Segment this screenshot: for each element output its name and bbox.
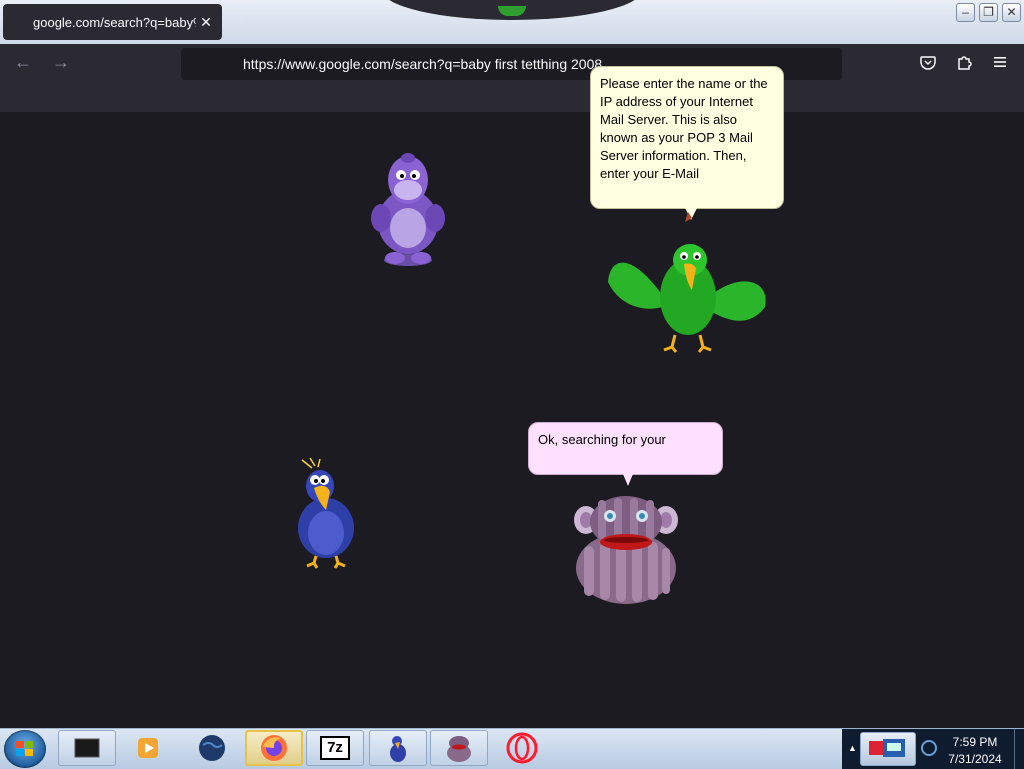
browser-titlebar: google.com/search?q=baby%2 ✕ + – ❐ ✕	[0, 0, 1024, 44]
show-desktop-button[interactable]	[1014, 729, 1024, 769]
new-tab-button[interactable]: +	[236, 10, 248, 33]
hamburger-menu-icon[interactable]	[992, 54, 1008, 70]
globe-icon	[199, 735, 225, 761]
navigation-toolbar: ← → https://www.google.com/search?q=baby…	[0, 44, 1024, 84]
media-player-icon	[138, 738, 158, 758]
taskbar-item-firefox[interactable]	[245, 730, 303, 766]
terminal-icon	[74, 738, 100, 758]
taskbar-item-blue-parrot[interactable]	[369, 730, 427, 766]
tab-title: google.com/search?q=baby%2	[33, 14, 196, 30]
taskbar-item-terminal[interactable]	[58, 730, 116, 766]
page-content	[0, 112, 1024, 728]
start-button[interactable]	[4, 730, 46, 768]
windows-logo-icon	[16, 741, 33, 756]
network-icon[interactable]	[920, 739, 938, 757]
clock-date[interactable]: 7/31/2024	[938, 752, 1012, 766]
purple-monkey-agent[interactable]	[570, 490, 682, 606]
purple-gorilla-agent[interactable]	[365, 150, 451, 270]
opera-icon	[506, 732, 538, 764]
arrow-left-icon[interactable]: ←	[14, 52, 32, 73]
maximize-button[interactable]: ❐	[979, 3, 998, 22]
toolbar-spacer	[0, 84, 1024, 112]
close-icon[interactable]: ✕	[196, 14, 216, 31]
arrow-right-icon[interactable]: →	[52, 52, 70, 73]
agent-speech-balloon-mail: Please enter the name or the IP address …	[590, 66, 784, 220]
7zip-label: 7z	[327, 739, 343, 756]
taskbar-item-globe-browser[interactable]	[183, 730, 241, 766]
tray-active-app[interactable]	[860, 732, 916, 766]
taskbar-item-monkey-agent[interactable]	[430, 730, 488, 766]
blue-parrot-agent[interactable]	[290, 458, 362, 570]
firefox-icon	[261, 735, 287, 761]
close-window-button[interactable]: ✕	[1002, 3, 1021, 22]
search-balloon-text: Ok, searching for your	[538, 432, 666, 447]
minimize-button[interactable]: –	[956, 3, 975, 22]
taskbar-item-7zip[interactable]: 7z	[306, 730, 364, 766]
balloon-tail	[623, 474, 633, 486]
show-hidden-icons-icon[interactable]: ▲	[848, 743, 857, 753]
monkey-agent-icon	[447, 736, 471, 762]
7zip-icon: 7z	[320, 736, 350, 760]
system-tray: ▲ 7:59 PM 7/31/2024	[842, 729, 1024, 769]
taskbar-item-opera[interactable]	[493, 730, 551, 766]
pocket-icon[interactable]	[920, 54, 936, 70]
green-parrot-agent[interactable]	[600, 212, 775, 357]
network-app-icon	[869, 739, 905, 757]
clock-time[interactable]: 7:59 PM	[938, 735, 1012, 749]
mail-balloon-text: Please enter the name or the IP address …	[600, 76, 768, 181]
puzzle-icon[interactable]	[956, 54, 972, 70]
windows-taskbar: 7z ▲ 7:59 PM 7/31/2024	[0, 728, 1024, 769]
blue-parrot-icon	[390, 736, 406, 762]
tab-google-search[interactable]: google.com/search?q=baby%2 ✕	[3, 4, 222, 40]
agent-speech-balloon-search: Ok, searching for your	[528, 422, 723, 486]
taskbar-item-media-player[interactable]	[119, 730, 177, 766]
